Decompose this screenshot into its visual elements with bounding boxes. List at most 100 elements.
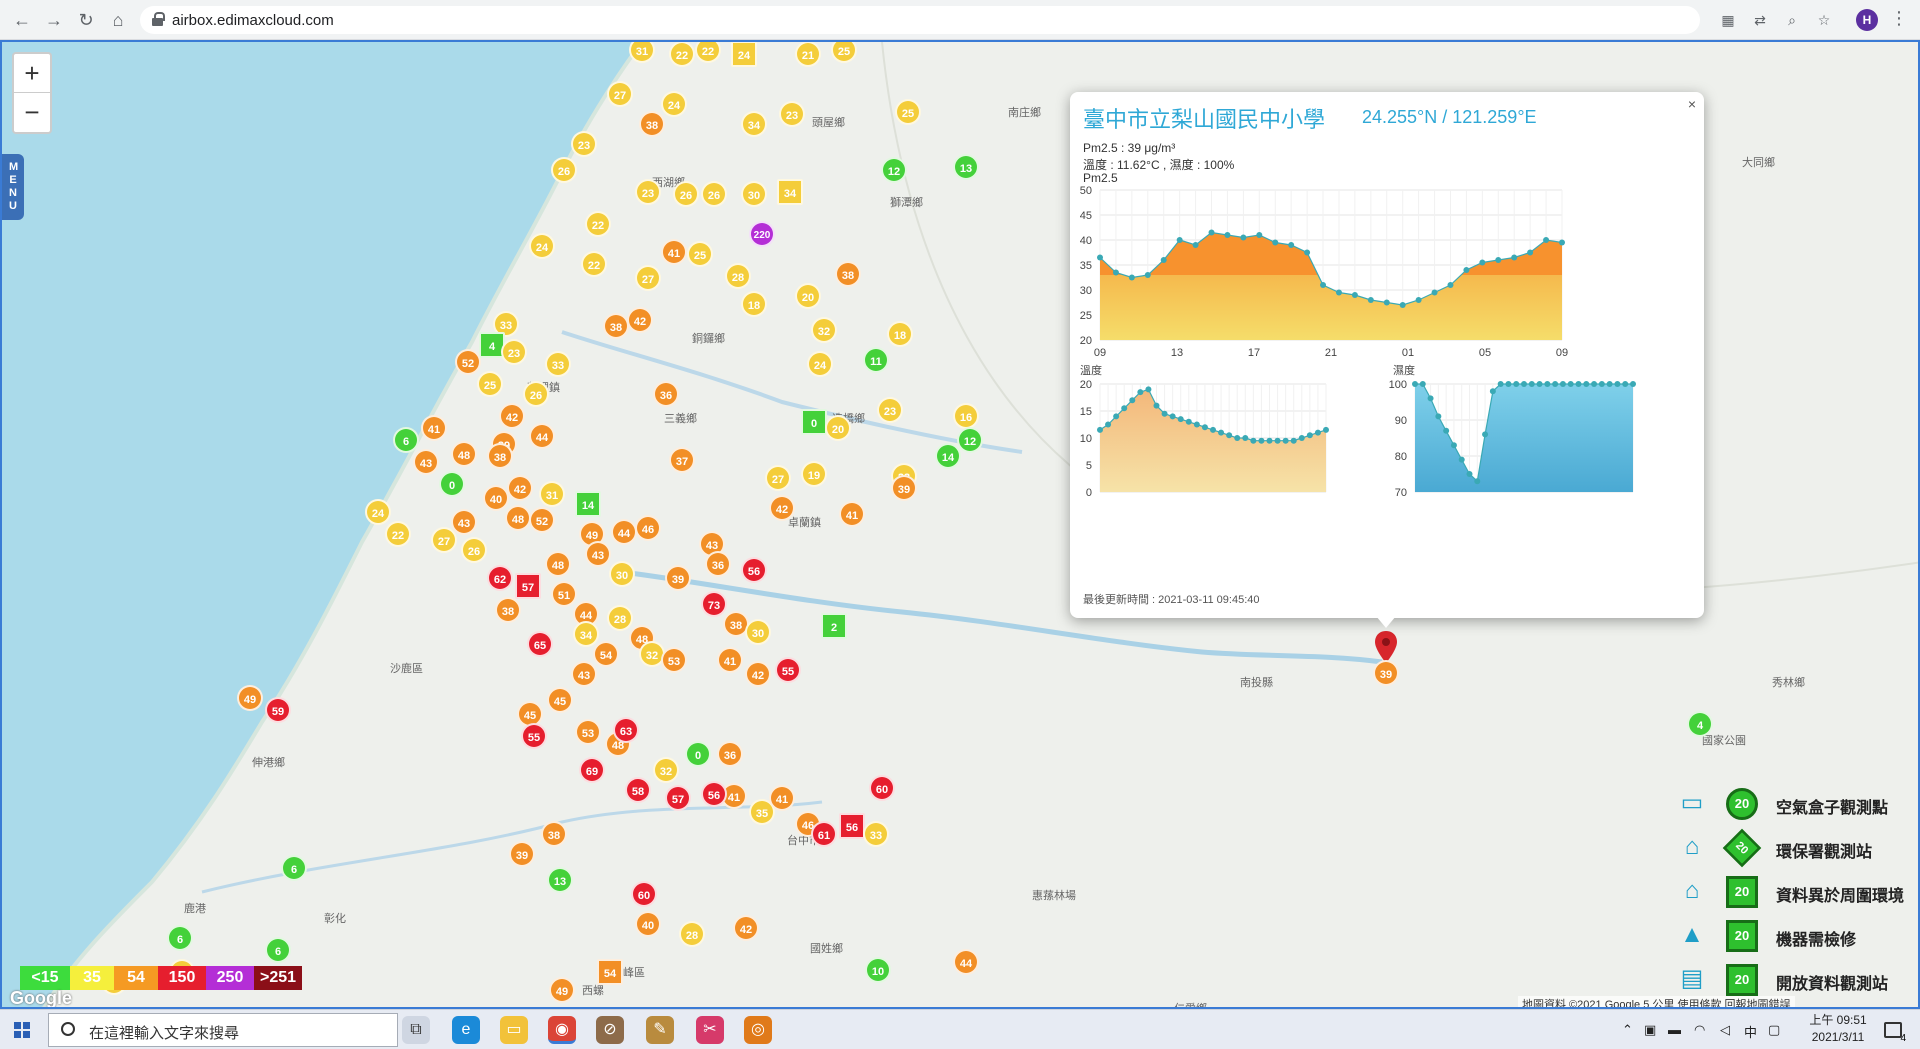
station-marker[interactable]: 49 — [549, 977, 575, 1003]
station-marker[interactable]: 22 — [585, 211, 611, 237]
station-marker[interactable]: 54 — [597, 959, 623, 985]
qr-code-icon[interactable]: ▦ — [1718, 10, 1738, 30]
station-marker[interactable]: 22 — [385, 521, 411, 547]
station-marker[interactable]: 26 — [673, 181, 699, 207]
station-marker[interactable]: 6 — [393, 427, 419, 453]
menu-tab[interactable]: MENU — [2, 154, 24, 220]
compass-app-icon[interactable]: ⊘ — [596, 1016, 624, 1044]
bookmark-star-icon[interactable]: ☆ — [1814, 10, 1834, 30]
station-marker[interactable]: 24 — [731, 42, 757, 67]
station-marker[interactable]: 23 — [501, 339, 527, 365]
station-marker[interactable]: 41 — [661, 239, 687, 265]
battery-icon[interactable]: ▬ — [1668, 1022, 1681, 1037]
forward-icon[interactable]: → — [42, 8, 66, 32]
station-marker[interactable]: 34 — [777, 179, 803, 205]
station-marker[interactable]: 28 — [607, 605, 633, 631]
station-marker[interactable]: 33 — [863, 821, 889, 847]
zoom-icon[interactable]: ⌕ — [1782, 10, 1802, 30]
station-marker[interactable]: 18 — [887, 321, 913, 347]
station-marker[interactable]: 56 — [741, 557, 767, 583]
station-marker[interactable]: 58 — [625, 777, 651, 803]
station-marker[interactable]: 30 — [609, 561, 635, 587]
translate-icon[interactable]: ⇄ — [1750, 10, 1770, 30]
selected-location-pin-icon[interactable] — [1374, 630, 1398, 664]
station-marker[interactable]: 53 — [575, 719, 601, 745]
edge-browser-icon[interactable]: e — [452, 1016, 480, 1044]
wifi-icon[interactable]: ◠ — [1694, 1022, 1705, 1038]
station-marker[interactable]: 11 — [863, 347, 889, 373]
station-marker[interactable]: 42 — [507, 475, 533, 501]
station-marker[interactable]: 33 — [545, 351, 571, 377]
station-marker[interactable]: 39 — [665, 565, 691, 591]
station-marker[interactable]: 51 — [551, 581, 577, 607]
station-marker[interactable]: 38 — [487, 443, 513, 469]
station-marker[interactable]: 38 — [835, 261, 861, 287]
station-marker[interactable]: 43 — [451, 509, 477, 535]
station-marker[interactable]: 49 — [237, 685, 263, 711]
station-marker[interactable]: 40 — [483, 485, 509, 511]
station-marker[interactable]: 220 — [749, 221, 775, 247]
station-marker[interactable]: 20 — [825, 415, 851, 441]
station-marker[interactable]: 14 — [935, 443, 961, 469]
station-marker[interactable]: 42 — [745, 661, 771, 687]
station-marker[interactable]: 38 — [541, 821, 567, 847]
station-marker[interactable]: 43 — [571, 661, 597, 687]
station-marker[interactable]: 60 — [869, 775, 895, 801]
station-marker[interactable]: 30 — [745, 619, 771, 645]
station-marker[interactable]: 26 — [461, 537, 487, 563]
tray-chevron-icon[interactable]: ⌃ — [1622, 1022, 1633, 1038]
station-marker[interactable]: 23 — [779, 101, 805, 127]
address-bar[interactable]: airbox.edimaxcloud.com — [140, 6, 1700, 34]
volume-icon[interactable]: ◁ — [1720, 1022, 1730, 1038]
station-marker[interactable]: 42 — [769, 495, 795, 521]
station-marker[interactable]: 10 — [865, 957, 891, 983]
station-marker[interactable]: 53 — [661, 647, 687, 673]
station-marker[interactable]: 42 — [733, 915, 759, 941]
blender-app-icon[interactable]: ◎ — [744, 1016, 772, 1044]
station-marker[interactable]: 40 — [635, 911, 661, 937]
home-icon[interactable]: ⌂ — [106, 8, 130, 32]
station-marker[interactable]: 24 — [661, 91, 687, 117]
station-marker[interactable]: 61 — [811, 821, 837, 847]
chrome-browser-icon[interactable]: ◉ — [548, 1016, 576, 1044]
station-marker[interactable]: 43 — [413, 449, 439, 475]
station-marker[interactable]: 55 — [521, 723, 547, 749]
station-marker[interactable]: 14 — [575, 491, 601, 517]
station-marker[interactable]: 45 — [547, 687, 573, 713]
gimp-app-icon[interactable]: ✎ — [646, 1016, 674, 1044]
station-marker[interactable]: 2 — [821, 613, 847, 639]
station-marker[interactable]: 57 — [665, 785, 691, 811]
ime-indicator[interactable]: 中 — [1744, 1022, 1757, 1041]
station-marker[interactable]: 52 — [455, 349, 481, 375]
station-marker[interactable]: 6 — [167, 925, 193, 951]
station-marker[interactable]: 56 — [839, 813, 865, 839]
station-marker[interactable]: 4 — [1687, 711, 1713, 737]
station-marker[interactable]: 25 — [895, 99, 921, 125]
station-marker[interactable]: 38 — [603, 313, 629, 339]
station-marker[interactable]: 0 — [439, 471, 465, 497]
windows-start-icon[interactable] — [14, 1022, 30, 1038]
station-marker[interactable]: 28 — [679, 921, 705, 947]
selected-station-marker[interactable]: 39 — [1373, 660, 1399, 686]
station-marker[interactable]: 0 — [685, 741, 711, 767]
notification-icon[interactable]: 4 — [1884, 1022, 1906, 1044]
station-marker[interactable]: 13 — [953, 154, 979, 180]
station-marker[interactable]: 6 — [281, 855, 307, 881]
station-marker[interactable]: 41 — [769, 785, 795, 811]
station-marker[interactable]: 27 — [635, 265, 661, 291]
station-marker[interactable]: 32 — [811, 317, 837, 343]
station-marker[interactable]: 69 — [579, 757, 605, 783]
station-marker[interactable]: 34 — [741, 111, 767, 137]
station-marker[interactable]: 18 — [741, 291, 767, 317]
station-marker[interactable]: 38 — [639, 111, 665, 137]
station-marker[interactable]: 28 — [725, 263, 751, 289]
station-marker[interactable]: 23 — [571, 131, 597, 157]
system-clock[interactable]: 上午 09:51 2021/3/11 — [1798, 1012, 1878, 1046]
zoom-out-button[interactable]: − — [14, 93, 50, 132]
station-marker[interactable]: 16 — [953, 403, 979, 429]
station-marker[interactable]: 34 — [573, 621, 599, 647]
station-marker[interactable]: 48 — [505, 505, 531, 531]
station-marker[interactable]: 6 — [265, 937, 291, 963]
station-marker[interactable]: 52 — [529, 507, 555, 533]
station-marker[interactable]: 44 — [953, 949, 979, 975]
